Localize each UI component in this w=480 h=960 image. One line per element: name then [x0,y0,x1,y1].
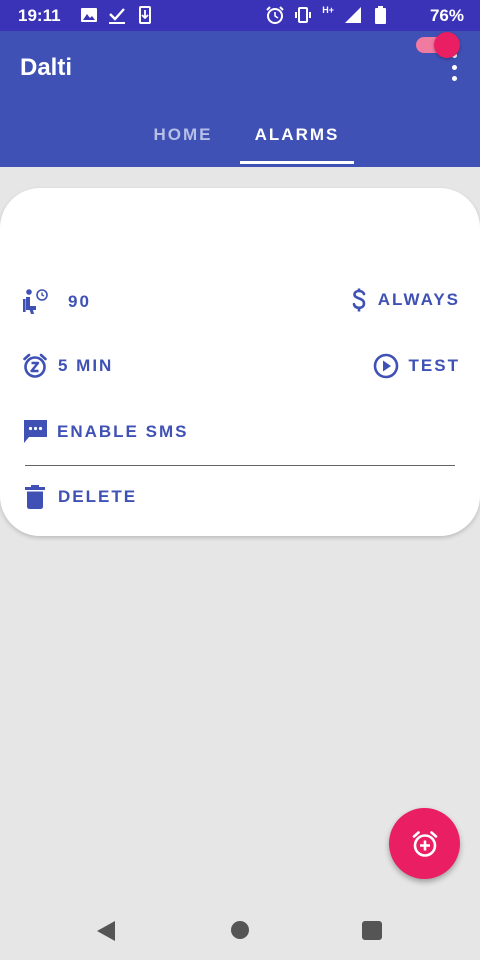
cost-mode-label: ALWAYS [377,290,460,309]
dollar-icon [352,288,366,312]
download-done-icon [109,8,125,24]
sleep-timer-icon [23,289,48,314]
tab-indicator [240,161,354,164]
snooze-label: 5 MIN [58,356,114,375]
back-icon[interactable] [96,920,116,942]
toggle-thumb [434,32,460,58]
snooze-button[interactable]: 5 MIN [22,353,113,379]
battery-percent: 76% [429,6,464,25]
snooze-icon [23,353,47,378]
tab-alarms[interactable]: ALARMS [240,119,354,167]
alarm-title-label: 30 MINUTES [62,26,281,62]
clock-icon [23,32,47,57]
system-nav-bar [0,900,480,960]
signal-icon [345,7,361,23]
alarm-icon [266,6,284,24]
cost-mode-button[interactable]: ALWAYS [352,288,460,312]
vibrate-icon [295,7,312,23]
add-alarm-icon [412,830,437,857]
play-circle-icon [373,353,398,379]
battery-icon [375,6,386,24]
delete-button[interactable]: DELETE [24,484,137,510]
tab-bar: HOME ALARMS [0,119,480,167]
test-button[interactable]: TEST [373,353,460,379]
sms-icon [24,420,47,443]
sleep-duration-value: 90 [68,292,91,311]
download-icon [139,6,151,24]
alarm-enabled-toggle[interactable] [416,30,462,58]
status-time: 19:11 [18,6,61,25]
alarm-title[interactable]: 30 MINUTES [22,26,280,63]
enable-sms-label: ENABLE SMS [57,421,189,441]
notification-icons [80,5,154,25]
add-alarm-fab[interactable] [389,808,460,879]
home-icon[interactable] [231,921,249,939]
tab-home[interactable]: HOME [140,119,226,167]
image-icon [81,8,97,22]
delete-label: DELETE [58,487,138,506]
sleep-duration-button[interactable]: 90 [22,288,91,316]
test-label: TEST [408,356,460,375]
hplus-network-icon: H+ [322,5,334,15]
enable-sms-button[interactable]: ENABLE SMS [22,418,188,445]
card-divider [25,465,455,466]
delete-icon [25,485,45,509]
system-icons: H+ [266,5,390,25]
recents-icon[interactable] [362,921,382,940]
